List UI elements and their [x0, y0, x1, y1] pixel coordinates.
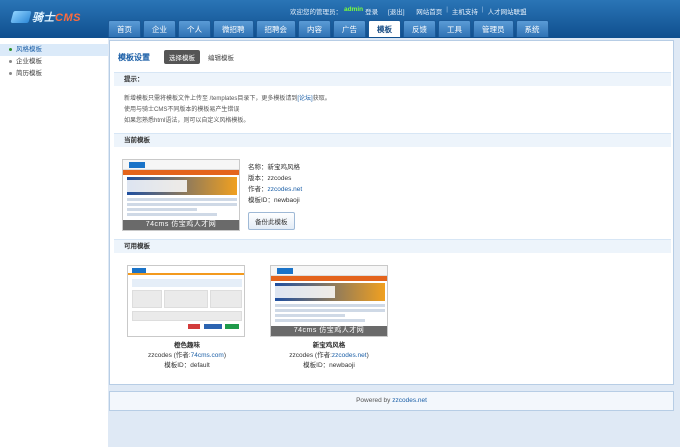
logo-mark-icon [10, 11, 32, 23]
logout-link[interactable]: [退出] [388, 6, 405, 16]
tab-admins[interactable]: 管理员 [473, 20, 514, 37]
current-template-name: 新宝鸡风格 [267, 164, 301, 171]
alliance-link[interactable]: 人才网站联盟 [488, 6, 527, 16]
edit-template-button[interactable]: 编辑模板 [208, 52, 234, 62]
login-label: 登录 [365, 9, 379, 16]
current-template-header: 当前模板 [114, 133, 671, 147]
thumbnail-caption: 74cms 仿宝鸡人才网 [123, 220, 239, 230]
welcome-text: 欢迎您的管理员： [290, 9, 342, 16]
sidebar-item-company-template[interactable]: 企业模板 [0, 56, 108, 68]
tab-home[interactable]: 首页 [108, 20, 141, 37]
logo-text: 骑士 [32, 12, 55, 24]
tab-micro-recruit[interactable]: 微招聘 [213, 20, 254, 37]
top-links: 欢迎您的管理员： admin 登录 [退出] 网站首页 | 主机支持 | 人才网… [290, 6, 527, 16]
tab-job-fair[interactable]: 招聘会 [255, 20, 296, 37]
title-row: 模板设置 选择模板 编辑模板 [118, 50, 234, 64]
current-template-thumbnail: 74cms 仿宝鸡人才网 [122, 159, 240, 231]
template-card-newbaoji: 新宝鸡风格 zzcodes (作者:zzcodes.net) 模板ID：newb… [289, 342, 369, 369]
tab-system[interactable]: 系统 [515, 20, 549, 37]
host-support-link[interactable]: 主机支持 [452, 6, 478, 16]
current-template-id: newbaoji [274, 197, 300, 204]
backup-template-button[interactable]: 备份此模板 [248, 212, 295, 230]
tab-content[interactable]: 内容 [298, 20, 331, 37]
tab-templates[interactable]: 模板 [368, 20, 401, 37]
select-template-button[interactable]: 选择模板 [164, 50, 200, 64]
sidebar: 风格模板 企业模板 简历模板 [0, 38, 108, 447]
template-thumbnail-newbaoji[interactable]: 74cms 仿宝鸡人才网 [270, 265, 388, 337]
tab-feedback[interactable]: 反馈 [403, 20, 436, 37]
logo-text-cms: CMS [55, 12, 81, 24]
page-title: 模板设置 [118, 52, 150, 62]
sidebar-item-resume-template[interactable]: 简历模板 [0, 68, 108, 80]
footer-link[interactable]: zzcodes.net [392, 397, 427, 404]
tab-personal[interactable]: 个人 [178, 20, 211, 37]
tab-company[interactable]: 企业 [143, 20, 176, 37]
admin-name: admin [344, 6, 364, 13]
main-nav: 首页 企业 个人 微招聘 招聘会 内容 广告 模板 反馈 工具 管理员 系统 [108, 20, 549, 37]
tab-ads[interactable]: 广告 [333, 20, 366, 37]
footer: Powered by zzcodes.net [109, 391, 674, 411]
available-templates-header: 可用模板 [114, 239, 671, 253]
main-panel: 模板设置 选择模板 编辑模板 提示： 新增模板只需将模板文件上传至 /templ… [109, 40, 674, 385]
tips-text: 新增模板只需将模板文件上传至 /templates目录下，更多模板请到[论坛]获… [124, 96, 331, 124]
current-template-author[interactable]: zzcodes.net [268, 186, 303, 193]
template-thumbnail-orange[interactable] [127, 265, 245, 337]
current-template-version: zzcodes [267, 175, 292, 182]
tips-header: 提示： [114, 72, 671, 86]
current-template-info: 名称：新宝鸡风格 版本：zzcodes 作者：zzcodes.net 模板ID：… [248, 164, 303, 204]
header-bar: 骑士CMS 欢迎您的管理员： admin 登录 [退出] 网站首页 | 主机支持… [0, 0, 680, 38]
thumbnail-caption: 74cms 仿宝鸡人才网 [271, 326, 387, 336]
template-card-orange: 橙色趣味 zzcodes (作者:74cms.com) 模板ID：default [147, 342, 227, 369]
forum-link[interactable]: [论坛] [297, 96, 312, 102]
sidebar-item-style-template[interactable]: 风格模板 [0, 44, 108, 56]
tab-tools[interactable]: 工具 [438, 20, 471, 37]
logo: 骑士CMS [10, 10, 81, 24]
site-home-link[interactable]: 网站首页 [416, 6, 442, 16]
